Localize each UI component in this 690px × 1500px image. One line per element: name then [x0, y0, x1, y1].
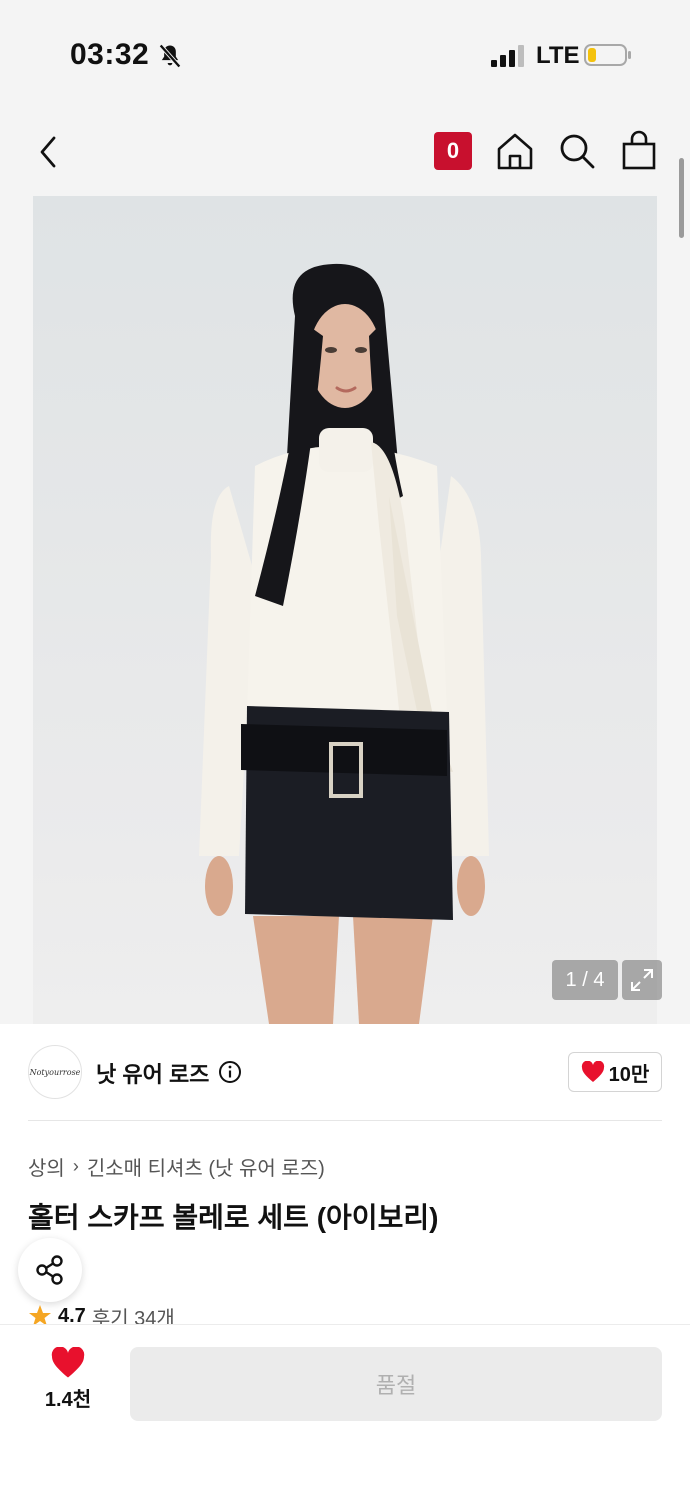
product-photo-illustration	[199, 263, 489, 1024]
brand-like-button[interactable]: 10만	[568, 1052, 662, 1092]
product-detail-screen: 03:32 LTE 0 1 / 4 Notyourrose 낫 유어 로즈 10…	[0, 0, 690, 1500]
share-icon	[36, 1255, 63, 1285]
recent-count-badge[interactable]: 0	[434, 132, 472, 170]
brand-like-count: 10만	[608, 1063, 650, 1086]
network-label: LTE	[536, 42, 580, 69]
bottom-action-bar: 1.4천 품절	[0, 1324, 690, 1500]
heart-icon	[51, 1347, 85, 1378]
brand-logo-text: Notyourrose	[29, 1067, 81, 1077]
wishlist-count: 1.4천	[44, 1389, 92, 1411]
brand-row[interactable]: Notyourrose 낫 유어 로즈 10만	[0, 1024, 690, 1122]
image-counter: 1 / 4	[552, 960, 618, 1000]
search-icon[interactable]	[556, 130, 598, 172]
sold-out-button[interactable]: 품절	[130, 1347, 662, 1421]
page-scrollbar[interactable]	[679, 158, 684, 238]
product-title: 홀터 스카프 볼레로 세트 (아이보리)	[28, 1202, 439, 1233]
share-button[interactable]	[18, 1238, 82, 1302]
breadcrumb-subcategory[interactable]: 긴소매 티셔츠 (낫 유어 로즈)	[87, 1152, 325, 1181]
wishlist-button[interactable]: 1.4천	[30, 1347, 106, 1417]
bell-off-icon	[159, 44, 181, 68]
breadcrumb: 상의 › 긴소매 티셔츠 (낫 유어 로즈)	[28, 1152, 325, 1181]
top-nav: 0	[0, 110, 690, 194]
product-image[interactable]	[33, 196, 657, 1024]
brand-name[interactable]: 낫 유어 로즈	[96, 1057, 209, 1089]
expand-icon	[631, 969, 653, 991]
signal-icon	[491, 45, 524, 67]
battery-icon	[584, 44, 631, 66]
status-bar: 03:32 LTE	[0, 0, 690, 110]
chevron-right-icon: ›	[72, 1156, 79, 1176]
heart-icon	[581, 1061, 604, 1082]
bag-icon[interactable]	[618, 128, 660, 172]
divider	[28, 1120, 662, 1121]
brand-logo[interactable]: Notyourrose	[28, 1045, 82, 1099]
status-time: 03:32	[70, 38, 150, 71]
expand-button[interactable]	[622, 960, 662, 1000]
back-icon[interactable]	[30, 130, 70, 174]
home-icon[interactable]	[494, 130, 536, 172]
info-icon[interactable]	[218, 1060, 242, 1084]
breadcrumb-category[interactable]: 상의	[28, 1152, 65, 1181]
